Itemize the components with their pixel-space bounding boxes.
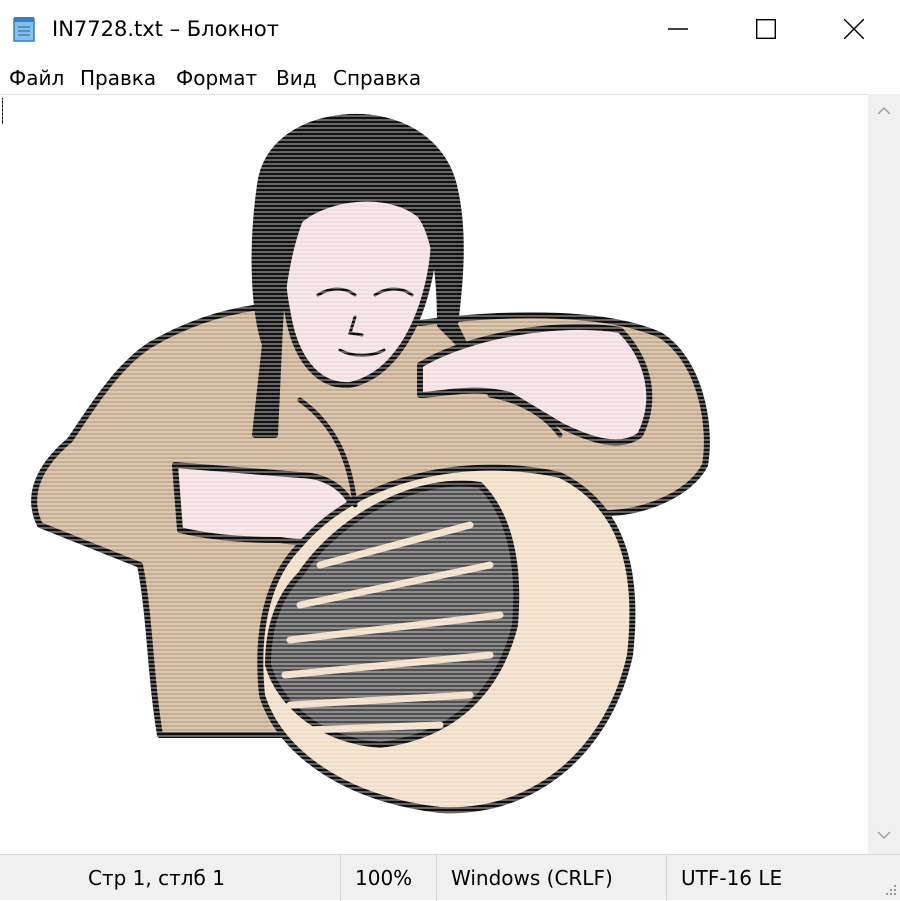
close-button[interactable] (808, 0, 900, 58)
status-zoom: 100% (340, 855, 436, 901)
close-icon (844, 19, 864, 39)
minimize-icon (668, 28, 688, 30)
maximize-icon (756, 19, 776, 39)
notepad-icon (13, 17, 35, 42)
menu-bar: Файл Правка Формат Вид Справка (0, 58, 900, 94)
text-editor[interactable] (0, 94, 868, 855)
menu-help[interactable]: Справка (333, 64, 421, 92)
maximize-button[interactable] (720, 0, 812, 58)
vertical-scrollbar[interactable] (868, 94, 900, 854)
chevron-up-icon (877, 106, 891, 115)
status-bar: Стр 1, стлб 1 100% Windows (CRLF) UTF-16… (0, 854, 900, 901)
resize-grip-icon[interactable] (883, 883, 897, 897)
chevron-down-icon (877, 831, 891, 840)
scroll-up-button[interactable] (868, 94, 900, 130)
scroll-down-button[interactable] (868, 818, 900, 854)
menu-view[interactable]: Вид (276, 64, 317, 92)
woman-weaving-basket-art (0, 95, 868, 855)
menu-file[interactable]: Файл (9, 64, 64, 92)
minimize-button[interactable] (632, 0, 724, 58)
menu-edit[interactable]: Правка (80, 64, 156, 92)
status-line-endings: Windows (CRLF) (436, 855, 666, 901)
menu-format[interactable]: Формат (176, 64, 257, 92)
window-title: IN7728.txt – Блокнот (52, 17, 279, 41)
status-cursor-position: Стр 1, стлб 1 (88, 866, 225, 890)
title-bar: IN7728.txt – Блокнот (0, 0, 900, 58)
status-encoding: UTF-16 LE (666, 855, 866, 901)
